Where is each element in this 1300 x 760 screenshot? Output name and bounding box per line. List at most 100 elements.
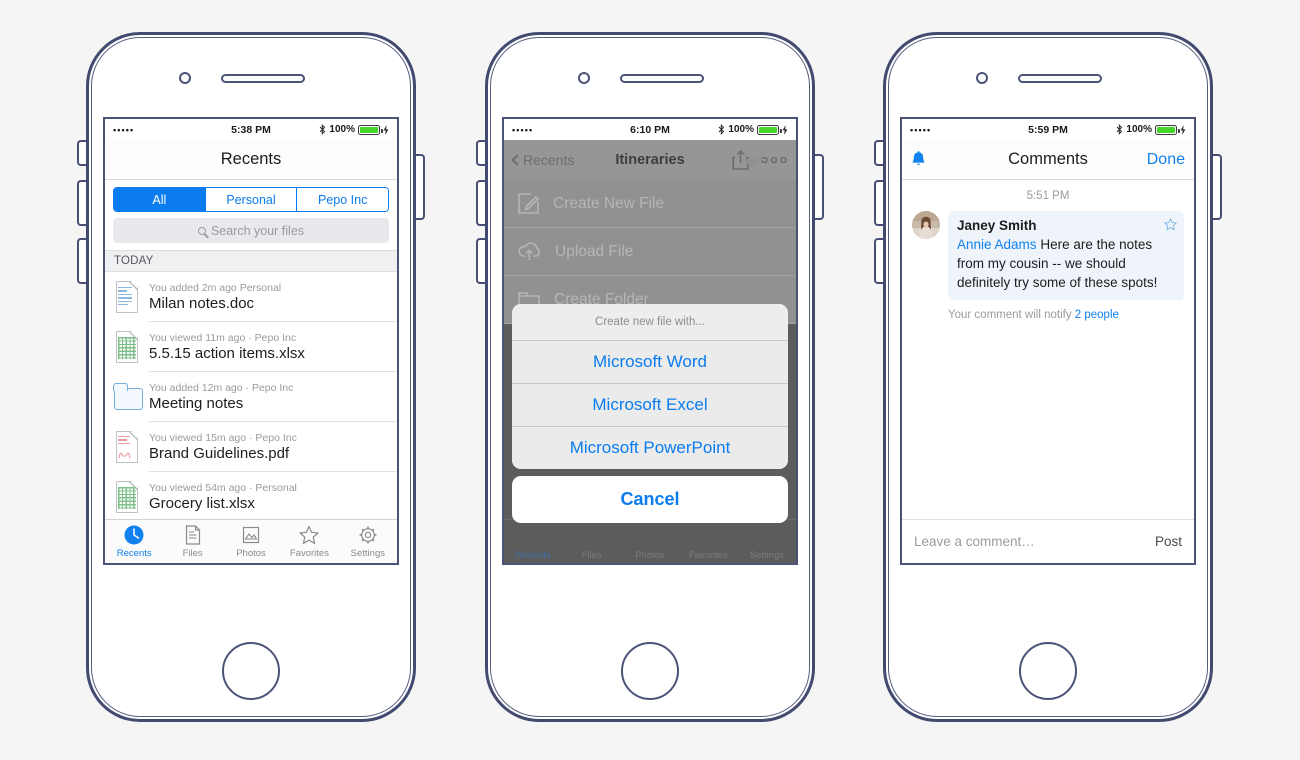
search-input[interactable]: Search your files xyxy=(113,218,389,243)
segment-personal[interactable]: Personal xyxy=(205,188,298,211)
menu-item-create-new-file[interactable]: Create New File xyxy=(504,180,796,228)
tab-photos[interactable]: Photos xyxy=(621,550,679,563)
phone1-screen: ••••• 5:38 PM 100% Recents All Personal … xyxy=(103,117,399,565)
list-item-title: Milan notes.doc xyxy=(149,295,255,312)
tab-recents[interactable]: Recents xyxy=(504,550,562,563)
pdf-glyph xyxy=(118,452,131,459)
battery-icon xyxy=(757,124,782,135)
action-sheet-group: Create new file with... Microsoft Word M… xyxy=(512,304,788,469)
earpiece-speaker xyxy=(1018,74,1102,83)
list-item[interactable]: You added 12m ago · Pepo Inc Meeting not… xyxy=(105,372,397,422)
notify-prefix: Your comment will notify xyxy=(948,309,1075,322)
star-icon xyxy=(299,525,320,544)
volume-up-button[interactable] xyxy=(476,180,485,226)
silent-switch[interactable] xyxy=(476,140,485,166)
tab-label: Settings xyxy=(749,550,784,561)
tab-settings[interactable]: Settings xyxy=(339,524,397,559)
list-item[interactable]: You viewed 15m ago · Pepo Inc Brand Guid… xyxy=(105,422,397,472)
clock-icon xyxy=(124,525,144,545)
power-button[interactable] xyxy=(416,154,425,220)
xlsx-file-icon xyxy=(114,480,140,513)
power-button[interactable] xyxy=(815,154,824,220)
tab-files[interactable]: Files xyxy=(562,550,620,563)
pdf-file-icon xyxy=(114,430,140,463)
volume-up-button[interactable] xyxy=(77,180,86,226)
action-microsoft-powerpoint[interactable]: Microsoft PowerPoint xyxy=(512,427,788,469)
home-button[interactable] xyxy=(621,642,679,700)
gear-icon xyxy=(359,526,377,544)
tab-favorites[interactable]: Favorites xyxy=(679,550,737,563)
tab-settings[interactable]: Settings xyxy=(738,550,796,563)
search-placeholder: Search your files xyxy=(210,223,305,238)
page-title: Recents xyxy=(220,150,282,168)
list-item[interactable]: You added 2m ago Personal Milan notes.do… xyxy=(105,272,397,322)
bluetooth-icon xyxy=(320,124,326,135)
silent-switch[interactable] xyxy=(874,140,883,166)
star-outline-icon[interactable] xyxy=(1164,218,1177,231)
segment-pepo-inc[interactable]: Pepo Inc xyxy=(297,188,388,211)
comment-input-bar[interactable]: Leave a comment… Post xyxy=(902,519,1194,563)
earpiece-speaker xyxy=(620,74,704,83)
create-menu[interactable]: Create New File Upload File Create Folde… xyxy=(504,180,796,324)
list-item[interactable]: You viewed 54m ago · Personal Grocery li… xyxy=(105,472,397,519)
list-item-title: 5.5.15 action items.xlsx xyxy=(149,345,305,362)
front-camera-icon xyxy=(976,72,988,84)
tab-label: Favorites xyxy=(289,548,329,559)
thread-timestamp: 5:51 PM xyxy=(1026,190,1070,202)
lightning-bolt-icon xyxy=(383,124,389,135)
status-bar: ••••• 5:59 PM 100% xyxy=(902,119,1194,140)
status-right-cluster: 100% xyxy=(718,124,788,135)
volume-up-button[interactable] xyxy=(874,180,883,226)
file-list[interactable]: TODAY You added 2m ago Personal Milan no… xyxy=(105,250,397,519)
filter-segmented-control[interactable]: All Personal Pepo Inc xyxy=(113,187,389,212)
back-button[interactable]: Recents xyxy=(511,152,574,168)
tab-label: Favorites xyxy=(688,550,728,561)
earpiece-speaker xyxy=(221,74,305,83)
tab-bar[interactable]: Recents Files Photos Favorites Settings xyxy=(504,519,796,563)
tab-photos[interactable]: Photos xyxy=(222,524,280,559)
action-microsoft-word[interactable]: Microsoft Word xyxy=(512,341,788,384)
mention-link[interactable]: Annie Adams xyxy=(957,237,1037,252)
list-item[interactable]: You viewed 11m ago · Pepo Inc 5.5.15 act… xyxy=(105,322,397,372)
volume-down-button[interactable] xyxy=(476,238,485,284)
comment-input-placeholder[interactable]: Leave a comment… xyxy=(914,534,1035,549)
cancel-button[interactable]: Cancel xyxy=(512,476,788,523)
list-item-title: Grocery list.xlsx xyxy=(149,495,255,512)
tab-label: Photos xyxy=(236,548,266,559)
silent-switch[interactable] xyxy=(77,140,86,166)
action-sheet-title: Create new file with... xyxy=(512,304,788,341)
upload-cloud-icon xyxy=(518,242,541,260)
menu-item-upload-file[interactable]: Upload File xyxy=(504,228,796,276)
tab-bar[interactable]: Recents Files Photos Favorites Settings xyxy=(105,519,397,563)
done-button[interactable]: Done xyxy=(1147,151,1185,169)
more-dots-icon[interactable] xyxy=(761,156,787,164)
notify-count[interactable]: 2 people xyxy=(1075,309,1119,321)
tab-recents[interactable]: Recents xyxy=(105,524,163,559)
phone-mockup-create-file: ••••• 6:10 PM 100% Recents Itineraries C… xyxy=(476,32,824,722)
menu-item-label: Create New File xyxy=(553,194,665,212)
phone3-screen: ••••• 5:59 PM 100% Comments Done 5:51 PM… xyxy=(900,117,1196,565)
action-microsoft-excel[interactable]: Microsoft Excel xyxy=(512,384,788,427)
avatar xyxy=(912,211,940,239)
search-wrap: Search your files xyxy=(105,212,397,250)
chevron-left-icon xyxy=(511,154,523,166)
home-button[interactable] xyxy=(222,642,280,700)
tab-label: Photos xyxy=(635,550,665,561)
volume-down-button[interactable] xyxy=(77,238,86,284)
battery-percent-label: 100% xyxy=(728,124,754,135)
phone-mockup-comments: ••••• 5:59 PM 100% Comments Done 5:51 PM… xyxy=(874,32,1222,722)
home-button[interactable] xyxy=(1019,642,1077,700)
power-button[interactable] xyxy=(1213,154,1222,220)
post-button[interactable]: Post xyxy=(1155,534,1182,549)
battery-percent-label: 100% xyxy=(1126,124,1152,135)
notify-hint: Your comment will notify 2 people xyxy=(948,309,1184,321)
user-avatar xyxy=(912,211,940,239)
volume-down-button[interactable] xyxy=(874,238,883,284)
status-bar: ••••• 6:10 PM 100% xyxy=(504,119,796,140)
tab-label: Files xyxy=(182,548,203,559)
tab-files[interactable]: Files xyxy=(163,524,221,559)
tab-favorites[interactable]: Favorites xyxy=(280,524,338,559)
notifications-button[interactable] xyxy=(911,151,926,168)
segment-all[interactable]: All xyxy=(114,188,206,211)
front-camera-icon xyxy=(578,72,590,84)
